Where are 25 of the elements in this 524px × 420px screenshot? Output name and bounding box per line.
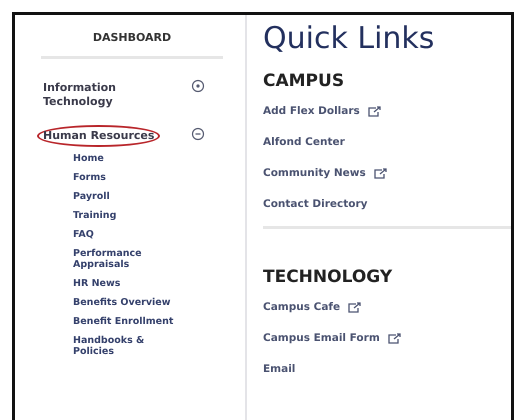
sidebar-title: DASHBOARD — [41, 15, 223, 59]
submenu-link[interactable]: Benefits Overview — [73, 297, 183, 308]
submenu-link[interactable]: Benefit Enrollment — [73, 316, 183, 327]
page-title: Quick Links — [263, 21, 436, 57]
expand-icon[interactable] — [191, 79, 205, 93]
sidebar-item[interactable]: Human Resources — [37, 125, 160, 147]
quick-link[interactable]: Community News — [263, 167, 366, 179]
quick-link[interactable]: Campus Email Form — [263, 332, 380, 344]
quick-link[interactable]: Email — [263, 363, 296, 375]
submenu-link[interactable]: Forms — [73, 172, 183, 183]
quick-link[interactable]: Campus Cafe — [263, 301, 340, 313]
sidebar-item[interactable]: Information Technology — [37, 77, 169, 113]
submenu-link[interactable]: Payroll — [73, 191, 183, 202]
submenu-link[interactable]: Home — [73, 153, 183, 164]
submenu-link[interactable]: Handbooks & Policies — [73, 335, 183, 357]
section-heading: TECHNOLOGY — [263, 267, 394, 287]
section-heading: CAMPUS — [263, 71, 346, 91]
submenu-link[interactable]: Training — [73, 210, 183, 221]
submenu-link[interactable]: FAQ — [73, 229, 183, 240]
submenu-link[interactable]: Performance Appraisals — [73, 248, 183, 270]
collapse-icon[interactable] — [191, 127, 205, 141]
submenu-link[interactable]: HR News — [73, 278, 183, 289]
quick-link[interactable]: Add Flex Dollars — [263, 105, 360, 117]
quick-link[interactable]: Alfond Center — [263, 136, 345, 148]
quick-link[interactable]: Contact Directory — [263, 198, 368, 210]
